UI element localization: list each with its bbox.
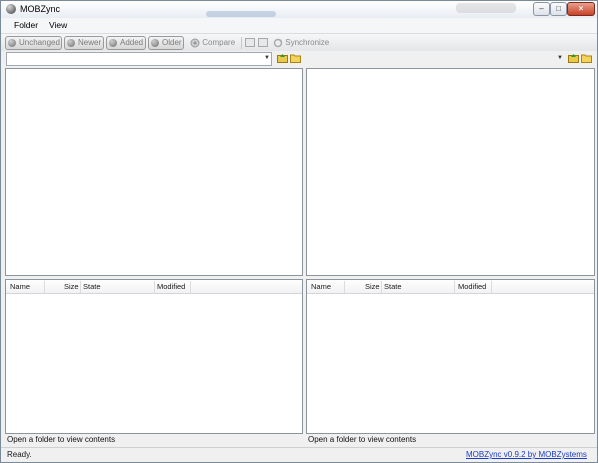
column-divider[interactable]	[381, 281, 382, 293]
column-state[interactable]: State	[384, 282, 402, 291]
filter-unchanged-button[interactable]: Unchanged	[5, 36, 62, 50]
right-list-header: Name Size State Modified	[307, 280, 594, 294]
about-link[interactable]: MOBZync v0.9.2 by MOBZystems	[466, 450, 587, 459]
column-divider[interactable]	[190, 281, 191, 293]
browse-folder-icon[interactable]	[581, 53, 592, 63]
browse-folder-icon[interactable]	[290, 53, 301, 63]
column-divider[interactable]	[154, 281, 155, 293]
filter-label: Newer	[78, 38, 102, 47]
column-divider[interactable]	[80, 281, 81, 293]
filter-older-button[interactable]: Older	[148, 36, 184, 50]
left-list-header: Name Size State Modified	[6, 280, 302, 294]
menu-folder[interactable]: Folder	[14, 20, 38, 30]
column-name[interactable]: Name	[10, 282, 30, 291]
copy-left-icon[interactable]	[258, 38, 268, 47]
left-pane-status: Open a folder to view contents	[7, 435, 116, 444]
compare-icon	[190, 38, 200, 48]
synchronize-label: Synchronize	[285, 38, 330, 47]
status-dot-icon	[109, 39, 117, 47]
toolbar: Unchanged Newer Added Older Compare Sync…	[1, 33, 597, 51]
menu-view[interactable]: View	[49, 20, 67, 30]
column-divider[interactable]	[344, 281, 345, 293]
status-bar: Ready. MOBZync v0.9.2 by MOBZystems	[1, 447, 597, 462]
right-path-combobox[interactable]: ▼	[305, 52, 565, 66]
app-window: MOBZync – □ × Folder View Unchanged Newe…	[0, 0, 598, 463]
status-dot-icon	[151, 39, 159, 47]
open-folder-up-icon[interactable]	[277, 53, 288, 63]
synchronize-button[interactable]: Synchronize	[273, 36, 329, 50]
right-folder-tree[interactable]	[306, 68, 595, 276]
column-state[interactable]: State	[83, 282, 101, 291]
column-size[interactable]: Size	[365, 282, 380, 291]
column-modified[interactable]: Modified	[458, 282, 486, 291]
filter-newer-button[interactable]: Newer	[64, 36, 104, 50]
toolbar-separator	[241, 37, 242, 49]
filter-label: Unchanged	[19, 38, 60, 47]
filter-label: Added	[120, 38, 144, 47]
app-icon	[6, 4, 16, 14]
column-modified[interactable]: Modified	[157, 282, 185, 291]
menu-bar: Folder View	[1, 18, 597, 33]
blurred-area	[206, 11, 276, 17]
filter-added-button[interactable]: Added	[106, 36, 146, 50]
window-title: MOBZync	[20, 4, 61, 14]
right-file-list[interactable]: Name Size State Modified	[306, 279, 595, 434]
right-pane-status: Open a folder to view contents	[308, 435, 417, 444]
column-divider[interactable]	[454, 281, 455, 293]
title-bar[interactable]: MOBZync – □ ×	[1, 1, 597, 18]
open-folder-up-icon[interactable]	[568, 53, 579, 63]
left-folder-tree[interactable]	[5, 68, 303, 276]
column-size[interactable]: Size	[64, 282, 79, 291]
chevron-down-icon[interactable]: ▼	[557, 55, 563, 61]
minimize-button[interactable]: –	[533, 2, 550, 16]
blurred-area	[456, 3, 516, 13]
left-path-combobox[interactable]: ▼	[6, 52, 272, 66]
column-name[interactable]: Name	[311, 282, 331, 291]
status-dot-icon	[67, 39, 75, 47]
close-button[interactable]: ×	[567, 2, 595, 16]
sync-icon	[273, 38, 283, 48]
compare-button[interactable]: Compare	[190, 36, 235, 50]
copy-right-icon[interactable]	[245, 38, 255, 47]
maximize-button[interactable]: □	[550, 2, 567, 16]
status-text: Ready.	[7, 450, 32, 459]
compare-label: Compare	[202, 38, 236, 47]
filter-label: Older	[162, 38, 182, 47]
chevron-down-icon[interactable]: ▼	[264, 55, 270, 61]
status-dot-icon	[8, 39, 16, 47]
left-file-list[interactable]: Name Size State Modified	[5, 279, 303, 434]
column-divider[interactable]	[491, 281, 492, 293]
column-divider[interactable]	[44, 281, 45, 293]
